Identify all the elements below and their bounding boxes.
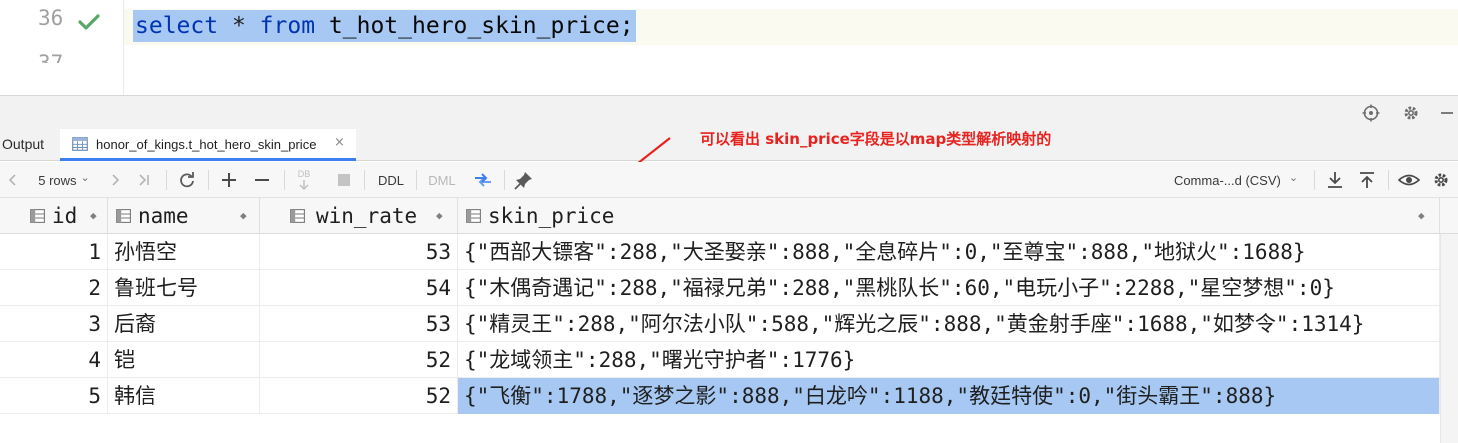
row-number: 2 [0,270,108,306]
compare-icon[interactable] [472,170,494,190]
sql-statement[interactable]: select * from t_hot_hero_skin_price; [133,10,636,42]
cell-win-rate[interactable]: 53 [260,306,458,342]
column-icon [116,209,131,223]
grid-header: id ◆ name ◆ win_rate ◆ skin_price ◆ [0,198,1458,234]
table-row[interactable]: 2 鲁班七号 54 {"木偶奇遇记":288,"福禄兄弟":288,"黑桃队长"… [0,270,1458,306]
reload-icon[interactable] [178,171,196,189]
sql-star: * [231,13,246,39]
table-row-selected[interactable]: 5 韩信 52 {"飞衡":1788,"逐梦之影":888,"白龙吟":1188… [0,378,1458,414]
minimize-icon[interactable] [1438,104,1456,122]
ddl-button[interactable]: DDL [372,162,410,198]
export-icon[interactable] [1326,171,1344,189]
toolbar-separator [364,170,365,190]
next-page-icon[interactable] [108,173,122,187]
sort-icon[interactable]: ◆ [1418,198,1425,234]
toolbar-separator [1314,170,1315,190]
results-panel-header [0,95,1458,129]
table-icon [72,137,88,151]
result-grid[interactable]: id ◆ name ◆ win_rate ◆ skin_price ◆ 1 孙悟… [0,198,1458,443]
vertical-scrollbar[interactable] [1440,234,1458,443]
table-row[interactable]: 3 后裔 53 {"精灵王":288,"阿尔法小队":588,"辉光之辰":88… [0,306,1458,342]
cell-skin-price[interactable]: {"西部大镖客":288,"大圣娶亲":888,"全息碎片":0,"至尊宝":8… [458,234,1440,270]
cell-win-rate[interactable]: 53 [260,234,458,270]
row-number: 4 [0,342,108,378]
cell-win-rate[interactable]: 54 [260,270,458,306]
column-header-label: win_rate [316,204,418,228]
toolbar-separator [208,170,209,190]
sql-table-name: t_hot_hero_skin_price [328,13,620,39]
cell-skin-price[interactable]: {"木偶奇遇记":288,"福禄兄弟":288,"黑桃队长":60,"电玩小子"… [458,270,1440,306]
export-format-label: Comma-...d (CSV) [1173,172,1281,188]
dml-button[interactable]: DML [422,162,462,198]
dml-label: DML [428,172,456,188]
cell-name[interactable]: 韩信 [108,378,260,414]
column-header-skin-price[interactable]: skin_price ◆ [458,198,1440,234]
ddl-label: DDL [377,172,404,188]
table-row[interactable]: 4 铠 52 {"龙域领主":288,"曙光守护者":1776} [0,342,1458,378]
cell-skin-price[interactable]: {"龙域领主":288,"曙光守护者":1776} [458,342,1440,378]
cell-win-rate[interactable]: 52 [260,342,458,378]
sort-icon[interactable]: ◆ [90,198,97,234]
column-header-name[interactable]: name ◆ [108,198,260,234]
cell-skin-price[interactable]: {"精灵王":288,"阿尔法小队":588,"辉光之辰":888,"黄金射手座… [458,306,1440,342]
line-number: 37 [38,51,64,63]
column-icon [290,209,305,223]
column-header-label: name [138,204,189,228]
annotation-text: 可以看出 skin_price字段是以map类型解析映射的 [700,130,1052,148]
gear-icon[interactable] [1402,104,1420,122]
table-row[interactable]: 1 孙悟空 53 {"西部大镖客":288,"大圣娶亲":888,"全息碎片":… [0,234,1458,270]
stop-icon[interactable] [336,172,352,188]
eye-icon[interactable] [1398,171,1420,189]
settings-icon[interactable] [1432,171,1450,189]
svg-text:DB: DB [298,169,311,179]
column-icon [466,209,481,223]
sort-icon[interactable]: ◆ [436,198,443,234]
prev-page-icon[interactable] [6,173,20,187]
check-icon[interactable] [78,14,100,30]
row-number: 5 [0,378,108,414]
column-header-id[interactable]: id ◆ [0,198,108,234]
sql-semicolon: ; [619,13,634,39]
tab-result-table[interactable]: honor_of_kings.t_hot_hero_skin_price × [60,129,356,161]
column-icon [30,209,45,223]
tab-result-table-label: honor_of_kings.t_hot_hero_skin_price [96,137,317,152]
pin-icon[interactable] [514,170,534,190]
row-number: 3 [0,306,108,342]
sql-editor[interactable]: 36 37 select * from t_hot_hero_skin_pric… [0,0,1458,95]
toolbar-separator [166,170,167,190]
cell-name[interactable]: 鲁班七号 [108,270,260,306]
toolbar-separator [416,170,417,190]
cell-name[interactable]: 孙悟空 [108,234,260,270]
sort-icon[interactable]: ◆ [240,198,247,234]
cell-win-rate[interactable]: 52 [260,378,458,414]
delete-row-icon[interactable] [253,171,271,189]
cell-skin-price-selected[interactable]: {"飞衡":1788,"逐梦之影":888,"白龙吟":1188,"教廷特使":… [458,378,1440,414]
add-row-icon[interactable] [220,171,238,189]
sql-keyword-from: from [259,13,316,39]
toolbar-separator [284,170,285,190]
cell-name[interactable]: 铠 [108,342,260,378]
column-header-label: id [52,204,78,228]
db-submit-icon[interactable]: DB [294,168,314,192]
chevron-down-icon: ⌄ [80,171,90,184]
rows-count-label: 5 rows [38,172,77,188]
column-header-win-rate[interactable]: win_rate ◆ [260,198,458,234]
cell-name[interactable]: 后裔 [108,306,260,342]
close-icon[interactable]: × [334,135,345,150]
row-number: 1 [0,234,108,270]
toolbar-separator [1388,170,1389,190]
grid-toolbar: 5 rows ⌄ DB DDL DML Comma-...d (CSV) ⌄ [0,162,1458,198]
rows-count-dropdown[interactable]: 5 rows ⌄ [30,162,98,198]
column-header-label: skin_price [488,204,615,228]
chevron-down-icon: ⌄ [1288,171,1299,184]
tab-output[interactable]: Output [2,136,44,152]
toolbar-separator [504,170,505,190]
line-number: 36 [38,6,64,30]
import-icon[interactable] [1358,171,1376,189]
export-format-dropdown[interactable]: Comma-...d (CSV) ⌄ [1164,162,1308,198]
target-icon[interactable] [1362,104,1380,122]
last-page-icon[interactable] [136,173,152,187]
sql-keyword-select: select [135,13,219,39]
